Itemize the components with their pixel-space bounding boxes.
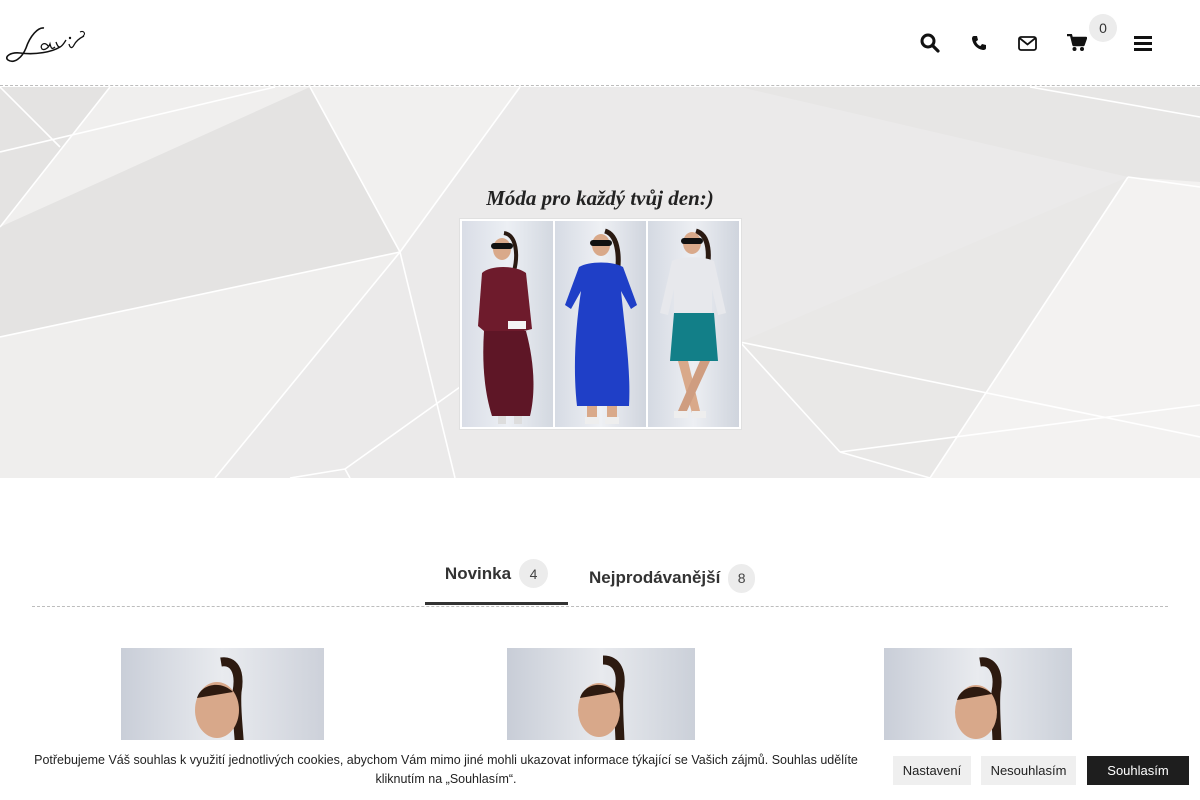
product-tabs: Novinka 4 Nejprodávanější 8: [32, 548, 1168, 607]
logo-lavi[interactable]: [4, 22, 88, 68]
phone-icon[interactable]: [966, 30, 992, 56]
cookie-settings-button[interactable]: Nastavení: [893, 756, 971, 785]
tab-count-badge: 8: [728, 563, 755, 593]
cart-icon[interactable]: [1064, 30, 1090, 56]
cookie-decline-button[interactable]: Nesouhlasím: [981, 756, 1076, 785]
hamburger-menu-icon[interactable]: [1130, 30, 1156, 56]
envelope-icon[interactable]: [1014, 30, 1040, 56]
search-icon[interactable]: [917, 30, 943, 56]
hero-title: Móda pro každý tvůj den:): [486, 186, 714, 210]
hero-banner: Móda pro každý tvůj den:): [0, 87, 1200, 478]
hero-collage[interactable]: [459, 218, 742, 430]
tab-nejprodavanejsi[interactable]: Nejprodávanější 8: [589, 548, 755, 608]
collage-photo-blue-dress: [555, 221, 646, 427]
tab-label: Novinka: [444, 563, 512, 583]
cookie-consent-text: Potřebujeme Váš souhlas k využití jednot…: [34, 753, 858, 786]
collage-photo-burgundy-outfit: [462, 221, 553, 427]
tab-novinka[interactable]: Novinka 4: [425, 545, 568, 605]
cart-count-badge: 0: [1089, 14, 1117, 42]
site-header: 0: [0, 0, 1200, 86]
tab-count-badge: 4: [519, 559, 549, 588]
cookie-consent-bar: Potřebujeme Váš souhlas k využití jednot…: [0, 740, 1200, 800]
cookie-accept-button[interactable]: Souhlasím: [1087, 756, 1189, 785]
collage-photo-teal-skirt: [648, 221, 739, 427]
tab-label: Nejprodávanější: [589, 568, 721, 587]
